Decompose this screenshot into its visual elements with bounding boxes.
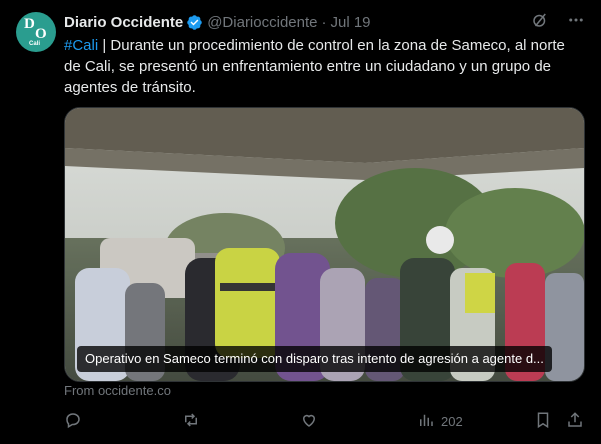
more-icon[interactable]	[567, 11, 585, 33]
hashtag-link[interactable]: #Cali	[64, 37, 98, 54]
avatar-logo: D O Cali	[16, 12, 56, 52]
video-card[interactable]: Operativo en Sameco terminó con disparo …	[64, 107, 585, 382]
handle[interactable]: @Diarioccidente	[207, 14, 317, 31]
header-actions	[531, 12, 585, 32]
views-count: 202	[441, 413, 463, 429]
separator-dot: ·	[321, 13, 327, 31]
tweet-header: Diario Occidente @Diarioccidente · Jul 1…	[64, 12, 585, 32]
share-icon	[566, 411, 584, 432]
heart-icon	[300, 411, 318, 432]
verified-badge-icon[interactable]	[186, 14, 203, 31]
bookmark-button[interactable]	[534, 408, 552, 434]
tweet-body: | Durante un procedimiento de control en…	[64, 37, 565, 96]
video-caption: Operativo en Sameco terminó con disparo …	[77, 346, 552, 372]
views-button[interactable]: 202	[417, 408, 463, 434]
avatar-letter-d: D	[24, 16, 35, 32]
tweet[interactable]: D O Cali Diario Occidente @Diarioccident…	[0, 0, 601, 444]
retweet-icon	[182, 411, 200, 432]
avatar-city: Cali	[29, 41, 41, 47]
post-date[interactable]: Jul 19	[330, 14, 370, 31]
display-name[interactable]: Diario Occidente	[64, 14, 183, 31]
retweet-button[interactable]	[182, 408, 200, 434]
link-source[interactable]: From occidente.co	[64, 383, 171, 398]
reply-icon	[64, 411, 82, 432]
action-bar: 202	[64, 408, 583, 434]
views-chart-icon	[417, 411, 435, 432]
grok-icon[interactable]	[531, 11, 549, 33]
video-thumbnail[interactable]	[65, 108, 584, 381]
like-button[interactable]	[300, 408, 318, 434]
tweet-text: #Cali | Durante un procedimiento de cont…	[64, 35, 574, 98]
bookmark-icon	[534, 411, 552, 432]
share-button[interactable]	[566, 408, 584, 434]
avatar[interactable]: D O Cali	[16, 12, 56, 52]
reply-button[interactable]	[64, 408, 82, 434]
